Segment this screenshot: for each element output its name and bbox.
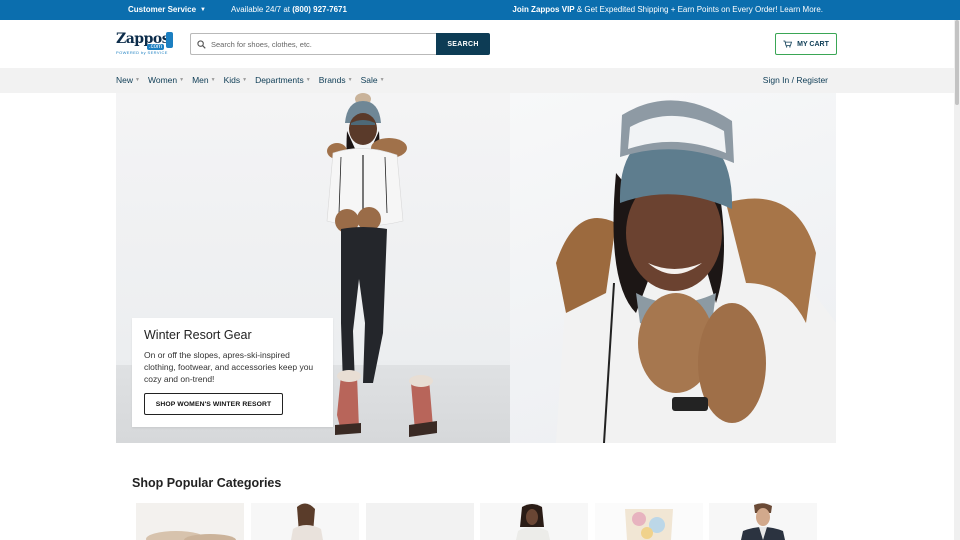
availability-text: Available 24/7 at (800) 927-7671 [231,5,347,14]
nav-item-label: New [116,75,134,85]
my-cart-button[interactable]: MY CART [775,33,837,55]
sign-in-register-link[interactable]: Sign In / Register [763,75,828,85]
search-icon [197,39,206,49]
nav-items: New ▼ Women ▼ Men ▼ Kids ▼ Departments ▼ Bran… [116,75,385,85]
scrollbar-thumb[interactable] [955,20,959,105]
search-input[interactable] [211,39,431,49]
logo-tagline: POWERED by SERVICE [116,50,168,55]
hero-promo-card: Winter Resort Gear On or off the slopes,… [132,318,333,427]
category-tile[interactable] [480,503,588,540]
category-tile[interactable] [366,503,474,540]
main-nav: New ▼ Women ▼ Men ▼ Kids ▼ Departments ▼ Bran… [0,68,954,93]
zappos-logo[interactable]: Zappos .com POWERED by SERVICE [116,31,174,57]
search-button[interactable]: SEARCH [436,33,490,55]
category-tile[interactable] [595,503,703,540]
nav-item-label: Kids [223,75,241,85]
chevron-down-icon: ▼ [135,77,140,83]
vip-promo-link[interactable]: Join Zappos VIP & Get Expedited Shipping… [512,5,823,14]
cart-label: MY CART [797,40,829,48]
nav-item-new[interactable]: New ▼ [116,75,140,85]
chevron-down-icon: ▼ [242,77,248,83]
site-header: Zappos .com POWERED by SERVICE SEARCH MY… [0,20,960,68]
nav-item-women[interactable]: Women ▼ [148,75,184,85]
top-announcement-bar: Customer Service ▼ Available 24/7 at (80… [0,0,960,20]
nav-item-label: Sale [360,75,378,85]
phone-number[interactable]: (800) 927-7671 [292,5,347,14]
nav-item-brands[interactable]: Brands ▼ [319,75,353,85]
category-image [366,503,474,540]
category-image [480,503,588,540]
search-bar: SEARCH [190,33,490,55]
nav-item-departments[interactable]: Departments ▼ [255,75,311,85]
hero-heading: Winter Resort Gear [144,328,252,342]
category-image [251,503,359,540]
availability-prefix: Available 24/7 at [231,5,291,14]
categories-title: Shop Popular Categories [132,476,282,490]
category-tile[interactable] [136,503,244,540]
customer-service-label: Customer Service [128,5,197,14]
nav-item-men[interactable]: Men ▼ [192,75,216,85]
nav-item-label: Women [147,75,178,85]
customer-service-menu[interactable]: Customer Service ▼ [128,5,206,14]
category-image [595,503,703,540]
chevron-down-icon: ▼ [200,6,206,13]
hero-model-closeup-image [556,100,836,443]
chevron-down-icon: ▼ [179,77,185,83]
search-box [190,33,436,55]
category-image [709,503,817,540]
category-tile[interactable] [709,503,817,540]
nav-item-label: Departments [255,75,304,85]
nav-item-sale[interactable]: Sale ▼ [361,75,385,85]
nav-item-kids[interactable]: Kids ▼ [224,75,248,85]
shop-winter-resort-button[interactable]: SHOP WOMEN'S WINTER RESORT [144,393,283,415]
page-scrollbar[interactable] [954,20,960,540]
category-image [136,503,244,540]
chevron-down-icon: ▼ [305,77,311,83]
chevron-down-icon: ▼ [379,77,385,83]
logo-badge [166,32,173,48]
chevron-down-icon: ▼ [210,77,216,83]
category-tile[interactable] [251,503,359,540]
hero-body: On or off the slopes, apres-ski-inspired… [144,350,314,384]
nav-item-label: Men [192,75,209,85]
vip-text: & Get Expedited Shipping + Earn Points o… [576,5,823,14]
cart-icon [783,40,793,48]
vip-title: Join Zappos VIP [512,5,575,14]
chevron-down-icon: ▼ [347,77,353,83]
nav-item-label: Brands [318,75,346,85]
